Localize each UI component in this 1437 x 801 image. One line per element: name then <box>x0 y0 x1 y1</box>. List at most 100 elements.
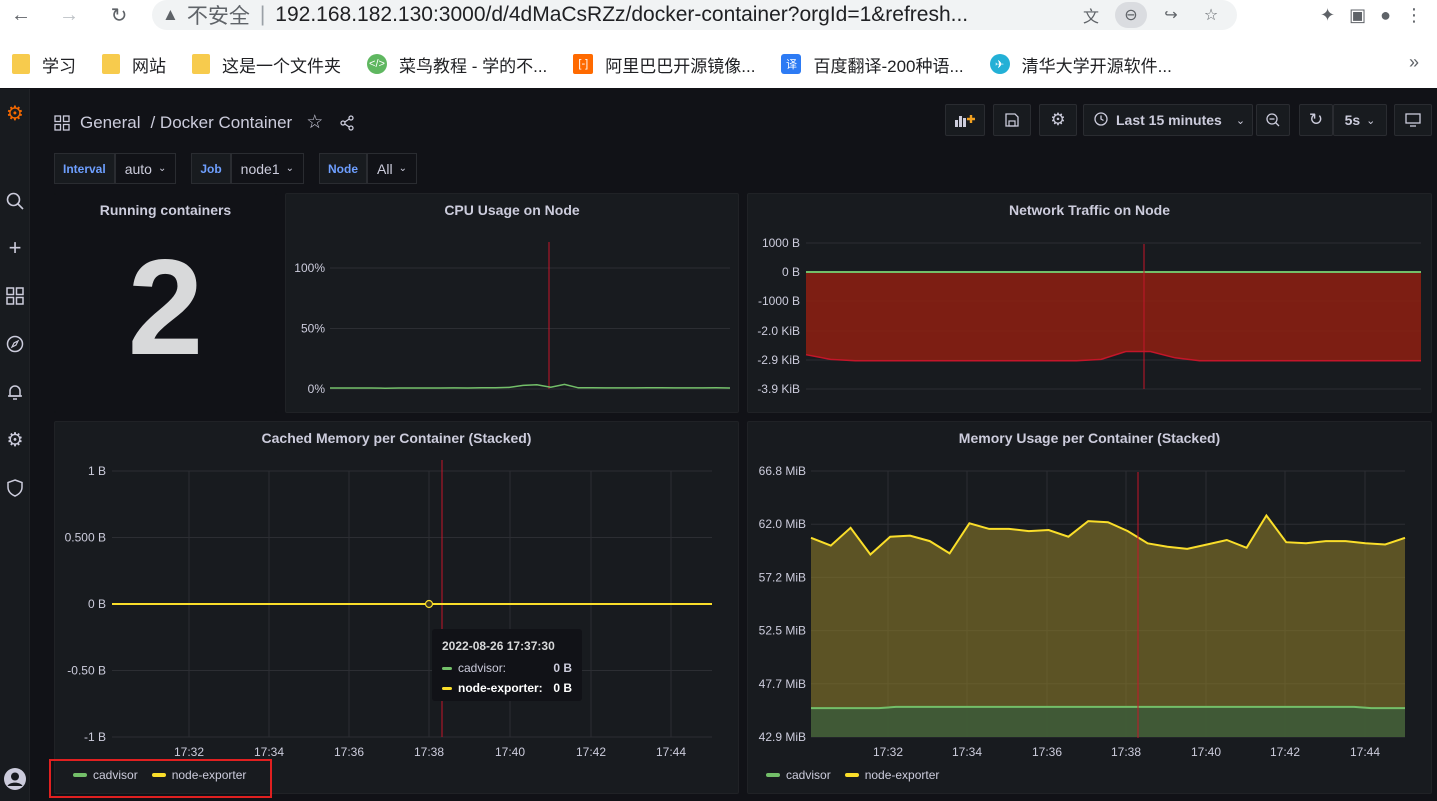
add-panel-button[interactable] <box>945 104 985 136</box>
star-icon[interactable]: ☆ <box>1195 2 1227 28</box>
bookmark-item[interactable]: 译百度翻译-200种语... <box>781 52 964 77</box>
baidu-translate-icon: 译 <box>781 54 802 74</box>
chevron-down-icon: ⌄ <box>1235 114 1246 127</box>
chevron-down-icon: ⌄ <box>1366 114 1376 127</box>
chevron-down-icon: ⌄ <box>157 163 167 174</box>
bookmark-item[interactable]: 这是一个文件夹 <box>192 52 341 77</box>
separator: | <box>259 3 266 26</box>
legend: cadvisor node-exporter <box>766 768 939 782</box>
warning-icon: ▲ <box>162 5 179 24</box>
avatar[interactable] <box>3 767 27 791</box>
cpu-chart: 100% 50% 0% <box>294 242 731 396</box>
security-label: 不安全 <box>186 5 250 28</box>
legend-swatch <box>766 773 780 777</box>
y-tick-label: 42.9 MiB <box>759 730 806 744</box>
profile-icon[interactable]: ● <box>1380 5 1391 26</box>
page-title[interactable]: / Docker Container <box>150 113 292 133</box>
y-tick-label: 66.8 MiB <box>759 464 806 478</box>
share-icon[interactable] <box>339 114 355 131</box>
extensions-icon[interactable]: ✦ <box>1320 5 1335 26</box>
x-tick-label: 17:36 <box>1032 745 1062 759</box>
panel-memory-usage[interactable]: Memory Usage per Container (Stacked) 66.… <box>747 421 1432 794</box>
panel-cpu-usage[interactable]: CPU Usage on Node 100% 50% 0% <box>285 193 739 413</box>
bookmark-item[interactable]: 网站 <box>102 52 166 77</box>
shield-icon[interactable] <box>3 476 27 500</box>
alerting-bell-icon[interactable] <box>3 380 27 404</box>
folder-icon <box>102 54 120 74</box>
time-range-label: Last 15 minutes <box>1116 112 1222 128</box>
x-tick-label: 17:32 <box>174 745 204 759</box>
y-tick-label: 47.7 MiB <box>759 677 806 691</box>
y-tick-label: 1 B <box>88 464 106 478</box>
panel-network-traffic[interactable]: Network Traffic on Node 1000 B0 B -1000 B… <box>747 193 1432 413</box>
series-area-node-exporter <box>811 515 1405 737</box>
y-tick-label: -2.0 KiB <box>757 324 800 338</box>
sidepanel-icon[interactable]: ▣ <box>1349 5 1366 26</box>
y-tick-label: 57.2 MiB <box>759 570 806 584</box>
refresh-interval-label: 5s <box>1344 112 1361 128</box>
time-picker-button[interactable]: Last 15 minutes ⌄ <box>1083 104 1253 136</box>
url-text[interactable]: 192.168.182.130:3000/d/4dMaCsRZz/docker-… <box>275 3 968 27</box>
chevron-more-icon[interactable]: » <box>1409 52 1419 73</box>
y-tick-label: -2.9 KiB <box>757 353 800 367</box>
template-variables: Interval auto ⌄ Job node1 ⌄ Node All ⌄ <box>54 153 432 184</box>
settings-gear-icon[interactable]: ⚙ <box>3 428 27 452</box>
bookmark-item[interactable]: ✈ 清华大学开源软件... <box>989 52 1172 77</box>
x-tick-label: 17:34 <box>254 745 284 759</box>
variable-select-job[interactable]: node1 ⌄ <box>230 153 304 184</box>
legend-item-node-exporter[interactable]: node-exporter <box>844 768 939 782</box>
bookmark-item[interactable]: [-] 阿里巴巴开源镜像... <box>573 52 755 77</box>
plus-icon[interactable]: + <box>3 235 27 260</box>
folder-icon <box>12 54 30 74</box>
dashboard-settings-button[interactable]: ⚙ <box>1039 104 1077 136</box>
bookmark-item[interactable]: </> 菜鸟教程 - 学的不... <box>367 52 547 77</box>
refresh-button[interactable]: ↻ <box>1299 104 1333 136</box>
variable-select-node[interactable]: All ⌄ <box>367 153 417 184</box>
folder-link[interactable]: General <box>80 113 140 133</box>
stat-value: 2 <box>127 231 204 383</box>
bookmark-item[interactable]: 学习 <box>12 52 76 77</box>
legend-swatch <box>844 773 859 777</box>
y-tick-label: 0% <box>308 382 326 396</box>
forward-icon[interactable]: → <box>54 0 84 30</box>
legend-item-cadvisor[interactable]: cadvisor <box>766 768 831 782</box>
zoom-out-button[interactable] <box>1256 104 1290 136</box>
variable-select-interval[interactable]: auto ⌄ <box>114 153 177 184</box>
y-tick-label: -1000 B <box>758 294 800 308</box>
panel-title: Running containers <box>99 202 232 218</box>
dashboards-grid-icon <box>54 114 70 131</box>
aliyun-icon: [-] <box>573 54 594 74</box>
folder-icon <box>192 54 210 74</box>
dashboard-header: General / Docker Container ☆ ⚙ Last 15 m… <box>30 89 1437 151</box>
clock-icon <box>1094 111 1108 129</box>
back-icon[interactable]: ← <box>6 0 36 30</box>
chevron-down-icon: ⌄ <box>398 163 407 174</box>
address-bar[interactable]: ▲ 不安全 | 192.168.182.130:3000/d/4dMaCsRZz… <box>152 0 1237 30</box>
series-area-cadvisor <box>811 706 1405 737</box>
grafana-sidebar: ⚙ + ⚙ <box>0 89 30 801</box>
grafana-logo-icon[interactable]: ⚙ <box>3 101 27 125</box>
panel-running-containers[interactable]: Running containers 2 <box>54 193 277 413</box>
save-dashboard-button[interactable] <box>993 104 1031 136</box>
reload-icon[interactable]: ↻ <box>104 0 134 30</box>
refresh-interval-picker[interactable]: 5s ⌄ <box>1333 104 1387 136</box>
tv-mode-button[interactable] <box>1394 104 1432 136</box>
y-tick-label: 1000 B <box>762 236 800 250</box>
x-tick-label: 17:44 <box>1350 745 1380 759</box>
translate-icon[interactable]: 文 <box>1075 2 1107 28</box>
menu-icon[interactable]: ⋮ <box>1405 5 1423 26</box>
bookmarks-bar: 学习 网站 这是一个文件夹 </> 菜鸟教程 - 学的不... [-] 阿里巴巴开源… <box>0 40 1437 88</box>
panel-cached-memory[interactable]: Cached Memory per Container (Stacked) 1 … <box>54 421 739 794</box>
search-icon[interactable] <box>3 189 27 213</box>
tooltip-row: node-exporter: 0 B <box>442 681 572 695</box>
legend-swatch <box>442 666 452 670</box>
zoom-icon[interactable]: ⊖ <box>1115 2 1147 28</box>
memory-usage-chart: 66.8 MiB 62.0 MiB 57.2 MiB 52.5 MiB 47.7 MiB… <box>759 464 1406 759</box>
x-tick-label: 17:40 <box>495 745 525 759</box>
variable-label: Job <box>191 153 231 184</box>
explore-icon[interactable] <box>3 332 27 356</box>
variable-label: Node <box>319 153 367 184</box>
share-icon[interactable]: ↪ <box>1155 2 1187 28</box>
star-icon[interactable]: ☆ <box>306 111 323 134</box>
dashboards-icon[interactable] <box>3 284 27 308</box>
